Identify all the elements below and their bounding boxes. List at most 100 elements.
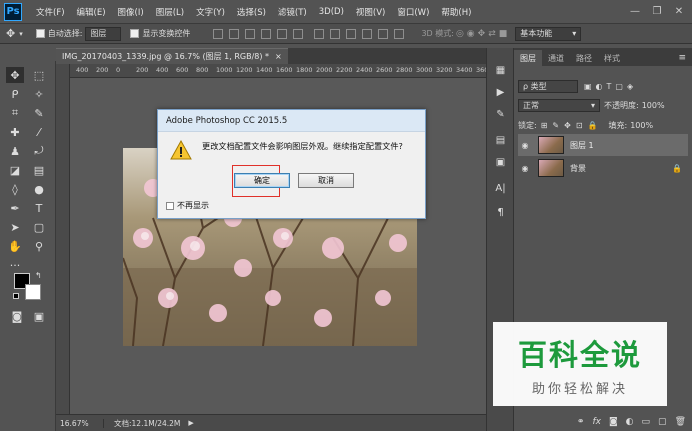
- default-colors-icon[interactable]: [13, 293, 19, 299]
- 3d-scale-icon[interactable]: ■: [499, 29, 508, 39]
- minimize-button[interactable]: —: [624, 3, 646, 19]
- 3d-pan-icon[interactable]: ✥: [478, 29, 486, 39]
- move-tool-icon[interactable]: ✥: [6, 27, 15, 40]
- clone-stamp-icon[interactable]: ♟: [6, 143, 24, 159]
- layer-filter-dropdown[interactable]: ρ 类型: [518, 80, 578, 93]
- auto-select-checkbox[interactable]: [35, 29, 45, 38]
- distribute-bottom-icon[interactable]: [346, 28, 357, 39]
- align-vcenter-icon[interactable]: [229, 28, 240, 39]
- screen-mode-icon[interactable]: ▣: [30, 308, 48, 324]
- distribute-hcenter-icon[interactable]: [378, 28, 389, 39]
- restore-button[interactable]: ❐: [646, 3, 668, 19]
- menu-help[interactable]: 帮助(H): [435, 6, 477, 18]
- gradient-icon[interactable]: ▤: [30, 162, 48, 178]
- blend-mode-dropdown[interactable]: 正常 ▾: [518, 99, 600, 112]
- tab-channels[interactable]: 通道: [542, 50, 570, 66]
- swap-colors-icon[interactable]: ↰: [35, 271, 42, 280]
- ok-button[interactable]: 确定: [234, 173, 290, 188]
- actions-panel-icon[interactable]: ▶: [493, 86, 508, 99]
- quick-mask-icon[interactable]: ◙: [8, 308, 26, 324]
- align-bottom-icon[interactable]: [245, 28, 256, 39]
- tab-styles[interactable]: 样式: [598, 50, 626, 66]
- auto-select-dropdown[interactable]: 图层: [85, 26, 122, 41]
- align-hcenter-icon[interactable]: [277, 28, 288, 39]
- opacity-value[interactable]: 100%: [642, 101, 665, 110]
- fx-button[interactable]: fx: [592, 417, 601, 427]
- type-tool-icon[interactable]: T: [30, 200, 48, 216]
- 3d-rotate-icon[interactable]: ◎: [456, 29, 464, 39]
- distribute-top-icon[interactable]: [314, 28, 325, 39]
- tab-close-icon[interactable]: ×: [275, 52, 282, 61]
- add-mask-icon[interactable]: ◙: [609, 417, 618, 427]
- layer-row[interactable]: ◉ 背景 🔒: [518, 157, 688, 179]
- zoom-level[interactable]: 16.67%: [56, 418, 104, 428]
- dont-show-checkbox[interactable]: [166, 201, 174, 210]
- blur-icon[interactable]: ◊: [6, 181, 24, 197]
- document-tab[interactable]: IMG_20170403_1339.jpg @ 16.7% (图层 1, RGB…: [56, 48, 288, 64]
- menu-window[interactable]: 窗口(W): [391, 6, 435, 18]
- menu-edit[interactable]: 编辑(E): [71, 6, 112, 18]
- fill-value[interactable]: 100%: [630, 121, 653, 130]
- menu-layer[interactable]: 图层(L): [150, 6, 190, 18]
- move-tool-icon[interactable]: ✥: [6, 67, 24, 83]
- crop-tool-icon[interactable]: ⌗: [6, 105, 24, 121]
- menu-view[interactable]: 视图(V): [350, 6, 391, 18]
- link-layers-icon[interactable]: ⚭: [577, 417, 585, 427]
- align-top-icon[interactable]: [213, 28, 224, 39]
- distribute-right-icon[interactable]: [394, 28, 405, 39]
- dont-show-again[interactable]: 不再显示: [166, 200, 209, 211]
- align-left-icon[interactable]: [261, 28, 272, 39]
- properties-panel-icon[interactable]: ✎: [493, 108, 508, 121]
- lock-icons[interactable]: ⊞✎✥⊡🔒: [541, 121, 603, 130]
- history-panel-icon[interactable]: ▦: [493, 64, 508, 77]
- close-button[interactable]: ✕: [668, 3, 690, 19]
- marquee-tool-icon[interactable]: ⬚: [30, 67, 48, 83]
- distribute-vcenter-icon[interactable]: [330, 28, 341, 39]
- new-group-icon[interactable]: ▭: [642, 417, 651, 427]
- pen-tool-icon[interactable]: ✒: [6, 200, 24, 216]
- align-right-icon[interactable]: [293, 28, 304, 39]
- menu-select[interactable]: 选择(S): [231, 6, 272, 18]
- filter-icons[interactable]: ▣◐T▢◈: [584, 82, 637, 91]
- show-transform-checkbox[interactable]: [130, 29, 140, 38]
- menu-3d[interactable]: 3D(D): [313, 7, 350, 17]
- zoom-tool-icon[interactable]: ⚲: [30, 238, 48, 254]
- 3d-slide-icon[interactable]: ⇄: [488, 29, 496, 39]
- panel-menu-icon[interactable]: ≡: [672, 50, 692, 66]
- brush-tool-icon[interactable]: ⁄: [30, 124, 48, 140]
- history-brush-icon[interactable]: ⤾: [30, 143, 48, 159]
- menu-file[interactable]: 文件(F): [30, 6, 71, 18]
- menu-filter[interactable]: 滤镜(T): [272, 6, 313, 18]
- background-color-swatch[interactable]: [25, 284, 41, 300]
- path-select-icon[interactable]: ➤: [6, 219, 24, 235]
- menu-type[interactable]: 文字(Y): [190, 6, 231, 18]
- visibility-eye-icon[interactable]: ◉: [518, 141, 532, 150]
- tab-paths[interactable]: 路径: [570, 50, 598, 66]
- 3d-roll-icon[interactable]: ◉: [467, 29, 475, 39]
- more-tools-icon[interactable]: ···: [6, 257, 24, 273]
- delete-layer-icon[interactable]: 🗑: [675, 417, 686, 427]
- eraser-icon[interactable]: ◪: [6, 162, 24, 178]
- brush-panel-icon[interactable]: ▤: [493, 134, 508, 147]
- workspace-dropdown[interactable]: 基本功能 ▾: [515, 26, 582, 41]
- magic-wand-icon[interactable]: ✧: [30, 86, 48, 102]
- adjustment-layer-icon[interactable]: ◐: [626, 417, 634, 427]
- visibility-eye-icon[interactable]: ◉: [518, 164, 532, 173]
- dodge-icon[interactable]: ●: [30, 181, 48, 197]
- paragraph-panel-icon[interactable]: ¶: [493, 206, 508, 219]
- lasso-tool-icon[interactable]: ᑭ: [6, 86, 24, 102]
- hand-tool-icon[interactable]: ✋: [6, 238, 24, 254]
- status-arrow-icon[interactable]: ▶: [188, 419, 193, 427]
- new-layer-icon[interactable]: ▢: [658, 417, 667, 427]
- tab-layers[interactable]: 图层: [514, 50, 542, 66]
- shape-tool-icon[interactable]: ▢: [30, 219, 48, 235]
- cancel-button[interactable]: 取消: [298, 173, 354, 188]
- eyedropper-icon[interactable]: ✎: [30, 105, 48, 121]
- menu-image[interactable]: 图像(I): [112, 6, 150, 18]
- layer-row[interactable]: ◉ 图层 1: [518, 134, 688, 156]
- clone-source-panel-icon[interactable]: ▣: [493, 156, 508, 169]
- distribute-left-icon[interactable]: [362, 28, 373, 39]
- character-panel-icon[interactable]: A|: [493, 182, 508, 195]
- healing-brush-icon[interactable]: ✚: [6, 124, 24, 140]
- tool-preset-chevron-icon[interactable]: ▾: [19, 30, 23, 38]
